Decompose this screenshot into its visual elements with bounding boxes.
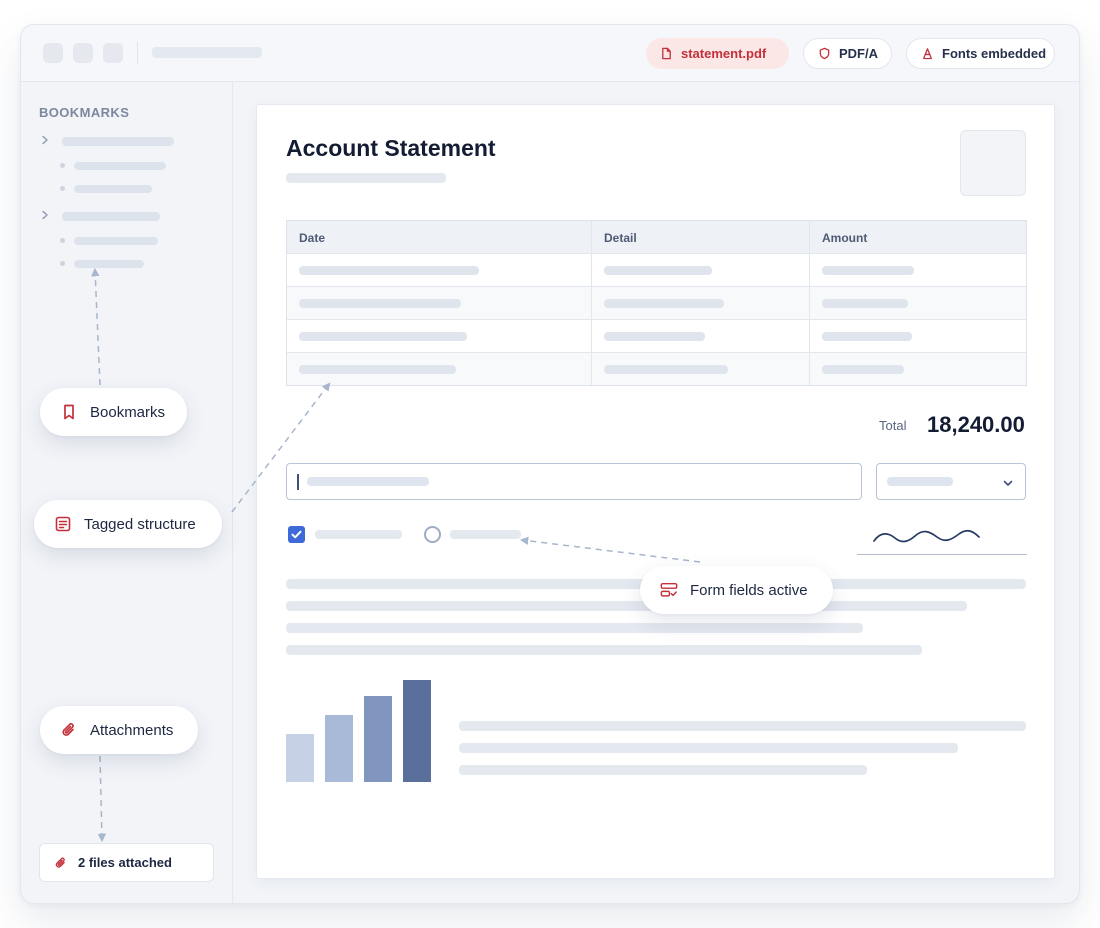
bookmark-bullet — [60, 186, 65, 191]
cell-placeholder — [604, 332, 705, 341]
bookmark-icon — [64, 404, 74, 420]
signature-scribble — [873, 529, 980, 543]
document-title: Account Statement — [286, 135, 496, 161]
chart-bar — [286, 734, 314, 782]
bookmark-bullet — [60, 238, 65, 243]
cell-placeholder — [299, 332, 467, 341]
cell-placeholder — [822, 365, 904, 374]
table-row — [287, 319, 1026, 352]
form-fields-callout-label: Form fields active — [690, 581, 808, 599]
form-checkbox[interactable] — [288, 526, 305, 543]
document-lines-icon — [55, 516, 71, 532]
form-fields-icon — [660, 582, 678, 597]
bookmarks-callout-label: Bookmarks — [90, 403, 166, 421]
bookmarks-sidebar: BOOKMARKS — [21, 82, 233, 903]
paperclip-icon — [62, 723, 74, 736]
radio-label-placeholder — [450, 530, 521, 539]
header-date: Date — [299, 231, 326, 245]
chart-bar — [364, 696, 392, 782]
paragraph-line — [459, 765, 867, 775]
bookmark-subitem[interactable] — [74, 185, 152, 193]
document-page: Account Statement Date Detail Amount Tot… — [256, 104, 1055, 879]
title-bar: statement.pdf PDF/A Fonts embedded — [21, 25, 1079, 82]
chart-bar — [403, 680, 431, 782]
table-row — [287, 286, 1026, 319]
attachments-callout-label: Attachments — [90, 721, 174, 739]
paperclip-icon — [55, 857, 65, 868]
paragraph-line — [459, 743, 958, 753]
cell-placeholder — [822, 266, 914, 275]
paragraph-line — [286, 645, 922, 655]
table-header-cell: Amount — [809, 221, 1028, 253]
fonts-embedded-label: Fonts embedded — [942, 46, 1047, 61]
font-icon — [923, 48, 932, 60]
app-window: statement.pdf PDF/A Fonts embedded BOOKM… — [20, 24, 1080, 904]
form-text-field[interactable] — [286, 463, 862, 500]
table-row — [287, 253, 1026, 286]
pdfa-chip[interactable]: PDF/A — [803, 38, 892, 69]
cell-placeholder — [822, 332, 912, 341]
form-radio-button[interactable] — [424, 526, 441, 543]
table-header-cell: Detail — [591, 221, 809, 253]
bookmark-subitem[interactable] — [74, 260, 144, 268]
bookmark-subitem[interactable] — [74, 237, 158, 245]
fonts-embedded-chip[interactable]: Fonts embedded — [906, 38, 1055, 69]
cell-placeholder — [299, 266, 479, 275]
window-control-button[interactable] — [43, 43, 63, 63]
cell-placeholder — [299, 365, 456, 374]
chevron-down-icon — [1003, 480, 1013, 486]
signature-line[interactable] — [857, 554, 1027, 555]
table-header-cell: Date — [287, 221, 591, 253]
file-name-label: statement.pdf — [681, 46, 767, 61]
dropdown-value-placeholder — [887, 477, 953, 486]
checkmark-icon — [291, 530, 302, 539]
logo-placeholder — [960, 130, 1026, 196]
window-control-button[interactable] — [73, 43, 93, 63]
header-amount: Amount — [822, 231, 868, 245]
header-detail: Detail — [604, 231, 637, 245]
bookmarks-callout: Bookmarks — [40, 388, 187, 436]
checkbox-label-placeholder — [315, 530, 402, 539]
paragraph-line — [286, 623, 863, 633]
total-value: 18,240.00 — [927, 412, 1025, 437]
text-caret — [297, 474, 299, 490]
tagged-structure-callout: Tagged structure — [34, 500, 222, 548]
table-row — [287, 352, 1026, 385]
attachments-panel[interactable]: 2 files attached — [39, 843, 214, 882]
cell-placeholder — [822, 299, 908, 308]
transactions-table: Date Detail Amount — [286, 220, 1027, 386]
bookmark-bullet — [60, 261, 65, 266]
cell-placeholder — [604, 299, 724, 308]
pdfa-label: PDF/A — [839, 46, 878, 61]
total-label: Total — [879, 418, 907, 433]
cell-placeholder — [604, 365, 728, 374]
bookmark-bullet — [60, 163, 65, 168]
attachments-count-label: 2 files attached — [78, 855, 172, 870]
cell-placeholder — [604, 266, 712, 275]
file-icon — [662, 47, 671, 60]
paragraph-line — [459, 721, 1026, 731]
bookmarks-heading: BOOKMARKS — [39, 105, 130, 120]
bookmark-subitem[interactable] — [74, 162, 166, 170]
bookmark-item[interactable] — [62, 212, 160, 221]
form-dropdown[interactable] — [876, 463, 1026, 500]
window-control-button[interactable] — [103, 43, 123, 63]
bookmark-item[interactable] — [62, 137, 174, 146]
toolbar-divider — [137, 42, 138, 64]
file-name-chip[interactable]: statement.pdf — [646, 38, 789, 69]
chevron-right-icon[interactable] — [40, 135, 50, 145]
window-title-placeholder — [152, 47, 262, 58]
paragraph-line — [286, 601, 967, 611]
table-header-row: Date Detail Amount — [287, 221, 1026, 253]
chart-bar — [325, 715, 353, 782]
text-field-placeholder — [307, 477, 429, 486]
cell-placeholder — [299, 299, 461, 308]
attachments-callout: Attachments — [40, 706, 198, 754]
shield-icon — [819, 47, 830, 60]
form-fields-callout: Form fields active — [640, 566, 833, 614]
tagged-structure-callout-label: Tagged structure — [84, 515, 196, 533]
chevron-right-icon[interactable] — [40, 210, 50, 220]
subtitle-placeholder — [286, 173, 446, 183]
